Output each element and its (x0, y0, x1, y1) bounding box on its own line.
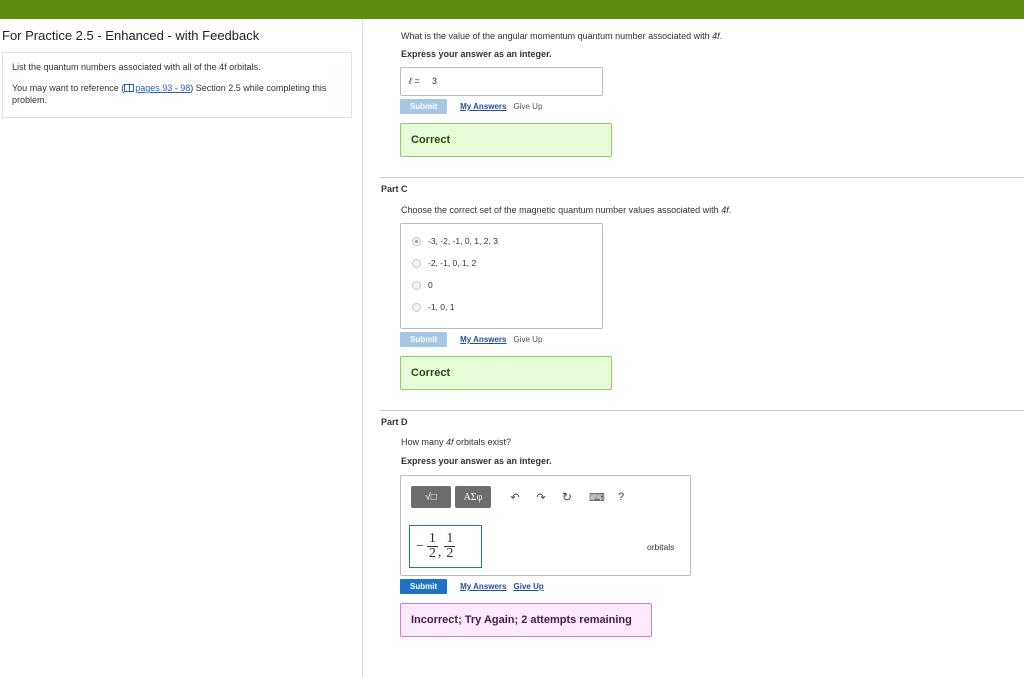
part-b-answer-field[interactable]: ℓ = 3 (400, 67, 603, 96)
book-icon (124, 84, 135, 92)
symbols-button[interactable]: ΑΣφ (455, 486, 491, 508)
part-c-label: Part C (381, 184, 408, 194)
divider (380, 177, 1024, 178)
comma: , (437, 544, 442, 560)
part-b-question: What is the value of the angular momentu… (401, 31, 723, 41)
part-b-answer-value: 3 (432, 76, 438, 86)
divider (380, 410, 1024, 411)
option-label: 0 (428, 280, 433, 290)
part-b-my-answers-link[interactable]: My Answers (460, 102, 506, 111)
part-d-express: Express your answer as an integer. (401, 456, 552, 466)
part-b-give-up[interactable]: Give Up (514, 102, 543, 111)
part-b-actions: Submit My Answers Give Up (400, 99, 542, 114)
part-b-submit-button[interactable]: Submit (400, 99, 448, 114)
part-d-submit-button[interactable]: Submit (400, 579, 448, 594)
option-label: -1, 0, 1 (428, 302, 455, 312)
left-panel: For Practice 2.5 - Enhanced - with Feedb… (0, 19, 363, 677)
fraction: 12 (444, 531, 456, 561)
part-b-feedback: Correct (400, 123, 612, 157)
ref-prefix: You may want to reference ( (12, 83, 125, 93)
keyboard-icon[interactable]: ⌨ (589, 491, 605, 504)
part-c-actions: Submit My Answers Give Up (400, 332, 542, 347)
undo-icon[interactable]: ↶ (509, 491, 521, 504)
main-panel: What is the value of the angular momentu… (363, 19, 1024, 677)
templates-button[interactable]: √□ (411, 486, 451, 508)
part-d-feedback: Incorrect; Try Again; 2 attempts remaini… (400, 603, 652, 637)
math-toolbar: √□ ΑΣφ ↶ ↷ ↻ ⌨ ? (411, 486, 627, 508)
top-banner (0, 0, 1024, 19)
fraction: 12 (426, 531, 438, 561)
reset-icon[interactable]: ↻ (561, 490, 573, 504)
help-icon[interactable]: ? (615, 491, 627, 503)
unit-label: orbitals (647, 542, 675, 552)
radio-button[interactable] (412, 302, 421, 312)
math-input-field[interactable]: − 12 , 12 (409, 525, 482, 568)
part-c-my-answers-link[interactable]: My Answers (460, 335, 506, 344)
part-d-label: Part D (381, 417, 408, 427)
reference-link[interactable]: pages 93 - 98 (135, 83, 190, 93)
ell-label: ℓ = (409, 76, 420, 86)
part-d-my-answers-link[interactable]: My Answers (460, 582, 506, 591)
part-d-answer-area: √□ ΑΣφ ↶ ↷ ↻ ⌨ ? − 12 , 12 orbitals (400, 475, 691, 576)
part-d-actions: Submit My Answers Give Up (400, 579, 544, 594)
part-c-question: Choose the correct set of the magnetic q… (401, 205, 732, 215)
radio-button-selected[interactable] (412, 236, 421, 246)
minus-sign: − (416, 538, 424, 554)
radio-option[interactable]: 0 (412, 280, 433, 290)
radio-option[interactable]: -2, -1, 0, 1, 2 (412, 258, 476, 268)
reference-text: You may want to reference ( pages 93 - 98… (12, 82, 342, 106)
radio-button[interactable] (412, 280, 421, 290)
option-label: -2, -1, 0, 1, 2 (428, 258, 477, 268)
part-c-give-up[interactable]: Give Up (514, 335, 543, 344)
part-d-give-up[interactable]: Give Up (514, 582, 544, 591)
intro-instruction: List the quantum numbers associated with… (12, 62, 261, 72)
option-label: -3, -2, -1, 0, 1, 2, 3 (428, 236, 498, 246)
part-d-question: How many 4f orbitals exist? (401, 437, 512, 447)
part-c-options-box: -3, -2, -1, 0, 1, 2, 3 -2, -1, 0, 1, 2 0… (400, 223, 603, 329)
problem-intro: List the quantum numbers associated with… (2, 52, 352, 118)
radio-button[interactable] (412, 258, 421, 268)
radio-option[interactable]: -3, -2, -1, 0, 1, 2, 3 (412, 236, 498, 246)
radio-option[interactable]: -1, 0, 1 (412, 302, 454, 312)
assignment-title: For Practice 2.5 - Enhanced - with Feedb… (2, 28, 260, 43)
redo-icon[interactable]: ↷ (535, 491, 547, 504)
part-b-express: Express your answer as an integer. (401, 49, 552, 59)
part-c-feedback: Correct (400, 356, 612, 390)
part-c-submit-button[interactable]: Submit (400, 332, 448, 347)
